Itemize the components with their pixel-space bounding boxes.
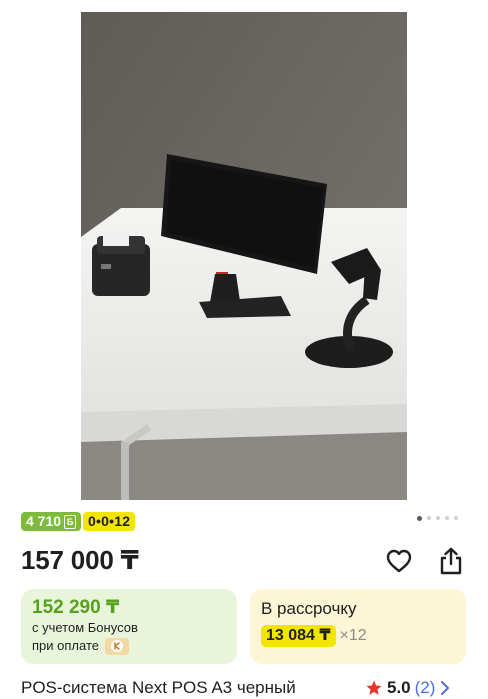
installment-months: ×12 bbox=[339, 627, 367, 644]
bonus-caption-2: при оплате bbox=[32, 638, 99, 653]
installment-title: В рассрочку bbox=[261, 599, 357, 618]
bonus-caption-1: с учетом Бонусов bbox=[32, 620, 138, 635]
share-icon bbox=[440, 547, 462, 575]
gallery-dot[interactable] bbox=[427, 516, 431, 520]
star-icon bbox=[366, 680, 382, 695]
installment-amount: 13 084 ₸ bbox=[261, 625, 336, 647]
gallery-dot[interactable] bbox=[436, 516, 440, 520]
installment-row: 13 084 ₸ ×12 bbox=[261, 625, 455, 647]
product-price: 157 000 ₸ bbox=[21, 545, 139, 575]
product-image[interactable] bbox=[81, 12, 407, 500]
gallery-pagination bbox=[417, 515, 458, 521]
bonus-price: 152 290 ₸ bbox=[32, 597, 120, 618]
bonus-b-icon: Б bbox=[64, 514, 77, 529]
bonus-badge-value: 4 710 bbox=[26, 513, 62, 529]
heart-icon bbox=[386, 549, 412, 573]
bonus-price-card[interactable]: 152 290 ₸ с учетом Бонусов при оплате bbox=[21, 589, 237, 664]
bonus-badge: 4 710 Б bbox=[21, 512, 82, 531]
chevron-right-icon bbox=[441, 681, 450, 695]
installment-card[interactable]: В рассрочку 13 084 ₸ ×12 bbox=[250, 589, 466, 664]
rating-link[interactable]: 5.0 (2) bbox=[365, 678, 451, 698]
share-button[interactable] bbox=[436, 546, 466, 576]
review-count: (2) bbox=[414, 678, 436, 697]
installment-badge: 0•0•12 bbox=[83, 512, 136, 531]
product-badges: 4 710 Б 0•0•12 bbox=[21, 512, 136, 531]
product-title: POS-система Next POS A3 черный bbox=[21, 678, 296, 697]
gallery-dot[interactable] bbox=[445, 516, 449, 520]
gallery-dot-active[interactable] bbox=[417, 515, 422, 521]
gallery-dot[interactable] bbox=[454, 516, 458, 520]
kaspi-pay-icon bbox=[104, 637, 129, 655]
favorite-button[interactable] bbox=[384, 546, 414, 576]
rating-value: 5.0 bbox=[387, 678, 411, 697]
bonus-caption-row: при оплате bbox=[32, 637, 226, 655]
